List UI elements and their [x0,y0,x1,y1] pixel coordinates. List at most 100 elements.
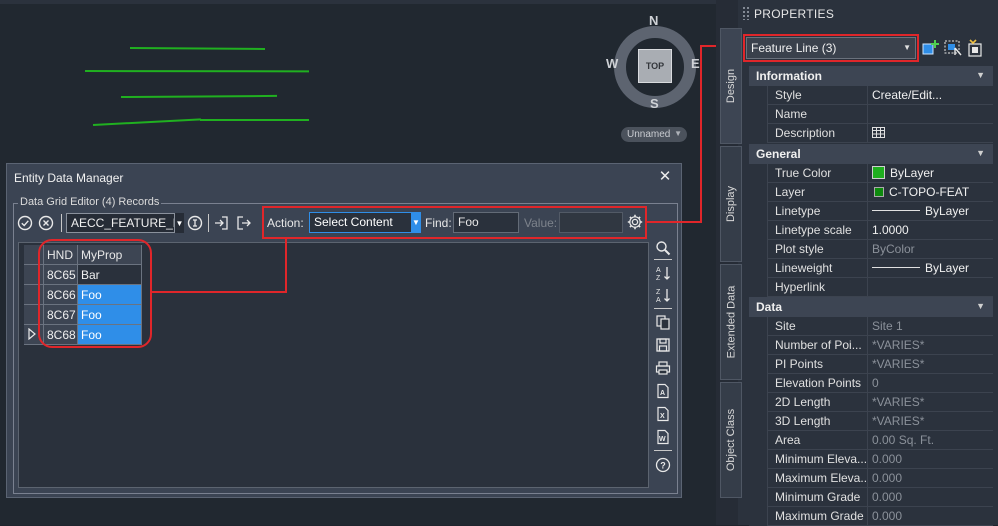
toggle-pickadd-icon[interactable] [921,38,941,58]
confirm-icon[interactable] [16,214,34,232]
selection-dropdown[interactable]: Feature Line (3) ▼ [746,37,916,59]
compass-south[interactable]: S [650,96,659,111]
property-row[interactable]: Minimum Eleva... 0.000 [749,450,993,469]
export-access-icon[interactable]: A [654,382,672,400]
info-icon[interactable] [186,214,204,232]
property-value[interactable]: 1.0000 [867,221,993,240]
select-objects-icon[interactable] [943,38,963,58]
property-row[interactable]: Site Site 1 [749,317,993,336]
property-row[interactable]: Number of Poi... *VARIES* [749,336,993,355]
property-key: Lineweight [767,259,867,278]
section-data[interactable]: Data ▼ [749,297,993,317]
feature-line[interactable] [129,47,266,50]
linetype-preview [872,210,920,211]
find-input[interactable]: Foo [453,212,519,233]
property-value[interactable]: ByLayer [867,259,993,278]
palette-grip-icon[interactable] [742,6,750,20]
compass-east[interactable]: E [691,56,700,71]
callout-connector [700,45,702,223]
property-value[interactable] [867,278,993,297]
property-row[interactable]: Maximum Grade 0.000 [749,507,993,526]
sort-descending-icon[interactable]: ZA [654,286,672,304]
viewcube[interactable]: TOP N S W E [606,13,700,116]
section-general[interactable]: General ▼ [749,144,993,164]
property-value[interactable]: *VARIES* [867,355,993,374]
property-row[interactable]: Hyperlink [749,278,993,297]
property-row[interactable]: Style Create/Edit... [749,86,993,105]
close-icon[interactable]: ✕ [657,169,673,185]
property-row[interactable]: Elevation Points 0 [749,374,993,393]
property-row[interactable]: Area 0.00 Sq. Ft. [749,431,993,450]
copy-icon[interactable] [654,313,672,331]
save-icon[interactable] [654,336,672,354]
property-row[interactable]: Description [749,124,993,143]
tab-extended-data[interactable]: Extended Data [720,264,742,380]
dialog-title-bar[interactable]: Entity Data Manager [7,164,681,192]
tab-display[interactable]: Display [720,146,742,262]
compass-north[interactable]: N [649,13,658,28]
named-view-dropdown[interactable]: Unnamed ▼ [621,127,687,142]
help-icon[interactable]: ? [654,456,672,474]
property-value[interactable]: C-TOPO-FEAT [867,183,993,202]
property-value[interactable]: 0.000 [867,469,993,488]
data-grid-editor-label: Data Grid Editor (4) Records [18,196,162,208]
property-row[interactable]: Lineweight ByLayer [749,259,993,278]
property-row[interactable]: PI Points *VARIES* [749,355,993,374]
property-value[interactable]: *VARIES* [867,412,993,431]
property-value[interactable]: 0.00 Sq. Ft. [867,431,993,450]
property-row[interactable]: Maximum Eleva... 0.000 [749,469,993,488]
quick-select-icon[interactable] [965,38,985,58]
property-row[interactable]: Layer C-TOPO-FEAT [749,183,993,202]
property-value[interactable]: *VARIES* [867,336,993,355]
property-value[interactable] [867,105,993,124]
property-row[interactable]: Linetype scale 1.0000 [749,221,993,240]
property-value[interactable]: 0.000 [867,488,993,507]
sort-ascending-icon[interactable]: AZ [654,264,672,282]
property-row[interactable]: True Color ByLayer [749,164,993,183]
property-row[interactable]: Plot style ByColor [749,240,993,259]
property-row[interactable]: 2D Length *VARIES* [749,393,993,412]
chevron-down-icon[interactable]: ▼ [411,212,421,233]
entity-type-select[interactable]: AECC_FEATURE_LINE [66,213,184,233]
cancel-icon[interactable] [37,214,55,232]
feature-line[interactable] [92,118,201,126]
table-icon[interactable] [872,127,885,138]
property-value[interactable]: 0.000 [867,507,993,526]
tab-object-class[interactable]: Object Class [720,382,742,498]
zoom-icon[interactable] [654,239,672,257]
compass-west[interactable]: W [606,56,618,71]
feature-line[interactable] [120,94,278,98]
chevron-down-icon[interactable]: ▼ [174,213,184,233]
feature-line[interactable] [84,70,310,73]
property-value[interactable]: Create/Edit... [867,86,993,105]
property-value[interactable] [867,124,993,143]
selection-label: Feature Line (3) [751,41,837,55]
property-row[interactable]: Minimum Grade 0.000 [749,488,993,507]
property-value[interactable]: ByLayer [867,164,993,183]
property-value[interactable]: 0.000 [867,450,993,469]
value-input[interactable] [559,212,623,233]
property-value[interactable]: 0 [867,374,993,393]
chevron-down-icon: ▼ [976,301,985,311]
section-information[interactable]: Information ▼ [749,66,993,86]
action-select[interactable]: Select Content [309,212,413,233]
property-row[interactable]: Linetype ByLayer [749,202,993,221]
svg-text:Z: Z [656,289,661,296]
property-value[interactable]: ByColor [867,240,993,259]
viewcube-top-face[interactable]: TOP [638,49,672,83]
property-value[interactable]: ByLayer [867,202,993,221]
export-icon[interactable] [235,214,253,232]
property-value[interactable]: Site 1 [867,317,993,336]
export-word-icon[interactable]: W [654,428,672,446]
export-excel-icon[interactable]: X [654,405,672,423]
import-icon[interactable] [212,214,230,232]
property-row[interactable]: Name [749,105,993,124]
property-row[interactable]: 3D Length *VARIES* [749,412,993,431]
tab-design[interactable]: Design [720,28,742,144]
property-value[interactable]: *VARIES* [867,393,993,412]
print-icon[interactable] [654,359,672,377]
property-key: Name [767,105,867,124]
feature-line[interactable] [200,119,309,121]
settings-icon[interactable] [626,213,644,231]
property-key: Minimum Grade [767,488,867,507]
